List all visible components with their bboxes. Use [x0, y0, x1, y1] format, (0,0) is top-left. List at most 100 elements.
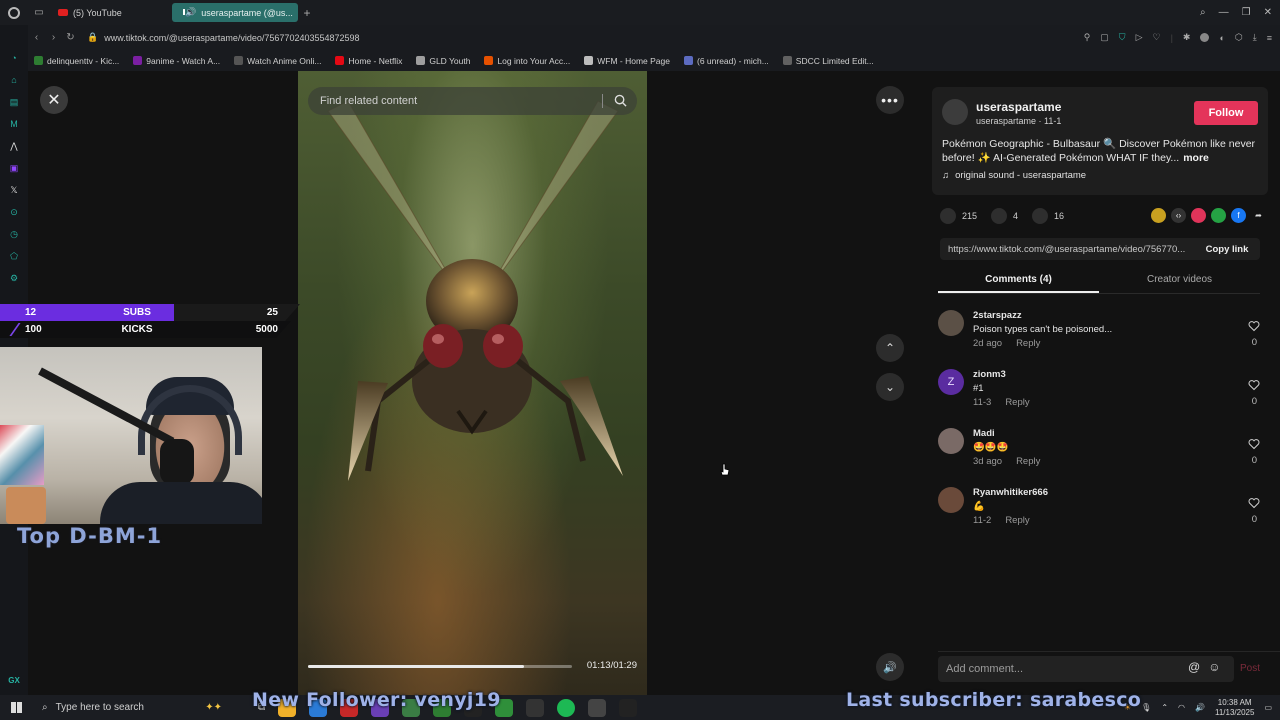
volume-button[interactable]: 🔊: [876, 653, 904, 681]
clock[interactable]: 10:38 AM 11/13/2025: [1215, 698, 1254, 718]
video-progress-bar[interactable]: [308, 665, 572, 668]
embed-icon[interactable]: ‹›: [1171, 208, 1186, 223]
puzzle-icon[interactable]: ⬡: [1235, 32, 1243, 43]
epic-games-icon[interactable]: [619, 698, 638, 717]
commenter-avatar[interactable]: [938, 428, 964, 454]
tray-chevron-icon[interactable]: ⌃: [1161, 703, 1168, 712]
close-video-button[interactable]: ✕: [40, 86, 68, 114]
wifi-icon[interactable]: ◠: [1178, 703, 1185, 712]
more-link[interactable]: more: [1183, 152, 1209, 164]
comment-like-icon[interactable]: [1248, 438, 1260, 450]
gx-control-icon[interactable]: ◔: [7, 51, 21, 65]
search-icon[interactable]: [614, 94, 627, 107]
follow-button[interactable]: Follow: [1194, 101, 1258, 125]
back-button[interactable]: ‹: [28, 32, 45, 43]
comment-like-icon[interactable]: [1248, 379, 1260, 391]
player-icon[interactable]: ⊙: [7, 205, 21, 219]
bookmark-item[interactable]: Log into Your Acc...: [484, 56, 570, 66]
menu-icon[interactable]: ≡: [1267, 33, 1272, 43]
comment-button[interactable]: 4: [991, 208, 1018, 224]
extensions-sidebar-icon[interactable]: ⬠: [7, 249, 21, 263]
extension-icon[interactable]: ✱: [1183, 32, 1191, 43]
video-player[interactable]: Find related content 01:13/01:29: [298, 71, 647, 695]
notification-icon[interactable]: ▭: [1264, 703, 1272, 712]
x-icon[interactable]: 𝕏: [7, 183, 21, 197]
reply-button[interactable]: Reply: [1016, 456, 1040, 467]
vpn-icon[interactable]: ◐: [1219, 33, 1224, 43]
taskbar-search[interactable]: ⌕ Type here to search ✦✦: [32, 695, 228, 720]
copy-link-button[interactable]: Copy link: [1194, 238, 1260, 260]
whatsapp-icon[interactable]: [1211, 208, 1226, 223]
shield-icon[interactable]: ⛉: [1119, 32, 1126, 43]
pin-icon[interactable]: ⚲: [1084, 32, 1091, 43]
bookmark-item[interactable]: delinquenttv - Kic...: [34, 56, 119, 66]
bookmark-item[interactable]: SDCC Limited Edit...: [782, 56, 874, 66]
next-video-button[interactable]: ⌄: [876, 373, 904, 401]
close-window-icon[interactable]: ✕: [1264, 7, 1272, 18]
tab-menu-icon[interactable]: ▭: [28, 7, 50, 18]
spotify-icon[interactable]: [557, 698, 576, 717]
commenter-avatar[interactable]: [938, 487, 964, 513]
post-comment-button[interactable]: Post: [1240, 663, 1260, 674]
commenter-name[interactable]: zionm3: [973, 369, 1006, 380]
profile-icon[interactable]: [1200, 33, 1210, 42]
reply-button[interactable]: Reply: [1016, 338, 1040, 349]
new-tab-button[interactable]: +: [298, 6, 316, 20]
commenter-avatar[interactable]: Z: [938, 369, 964, 395]
gx-corner-icon[interactable]: ⌂: [7, 73, 21, 87]
volume-tray-icon[interactable]: 🔊: [1195, 703, 1205, 712]
reply-button[interactable]: Reply: [1005, 515, 1029, 526]
bookmark-item[interactable]: Watch Anime Onli...: [234, 56, 321, 66]
forward-button[interactable]: ›: [45, 32, 62, 43]
maximize-icon[interactable]: ❐: [1242, 7, 1251, 18]
comment-like-icon[interactable]: [1248, 320, 1260, 332]
bookmark-item[interactable]: 9anime - Watch A...: [133, 56, 220, 66]
save-button[interactable]: 16: [1032, 208, 1064, 224]
commenter-name[interactable]: 2starspazz: [973, 310, 1022, 321]
history-icon[interactable]: ◷: [7, 227, 21, 241]
tab-comments[interactable]: Comments (4): [938, 269, 1099, 293]
creator-username[interactable]: useraspartame: [976, 100, 1061, 114]
comment-like-icon[interactable]: [1248, 497, 1260, 509]
tab-creator-videos[interactable]: Creator videos: [1099, 269, 1260, 293]
sound-link[interactable]: ♫ original sound - useraspartame: [942, 170, 1086, 181]
start-button[interactable]: [0, 695, 32, 720]
previous-video-button[interactable]: ⌃: [876, 334, 904, 362]
app-icon[interactable]: [588, 698, 607, 717]
bookmark-item[interactable]: Home - Netflix: [335, 56, 402, 66]
bookmark-item[interactable]: GLD Youth: [416, 56, 470, 66]
emoji-icon[interactable]: ☺: [1208, 660, 1220, 674]
settings-icon[interactable]: ⚙: [7, 271, 21, 285]
commenter-name[interactable]: Ryanwhitiker666: [973, 487, 1048, 498]
twitch-icon[interactable]: ▣: [7, 161, 21, 175]
more-options-button[interactable]: •••: [876, 86, 904, 114]
snapshot-icon[interactable]: ▢: [1100, 32, 1109, 43]
repost-icon[interactable]: [1151, 208, 1166, 223]
bookmark-item[interactable]: (6 unread) - mich...: [683, 56, 769, 66]
play-icon[interactable]: ▷: [1136, 32, 1143, 43]
gx-news-icon[interactable]: ▤: [7, 95, 21, 109]
facebook-icon[interactable]: f: [1231, 208, 1246, 223]
minimize-icon[interactable]: —: [1219, 7, 1229, 18]
obs-icon[interactable]: [526, 698, 545, 717]
reload-button[interactable]: ↻: [62, 32, 79, 43]
mention-icon[interactable]: @: [1188, 660, 1200, 674]
gx-messenger-icon[interactable]: M: [7, 117, 21, 131]
reply-button[interactable]: Reply: [1005, 397, 1029, 408]
tab-youtube[interactable]: (5) YouTube: [50, 3, 172, 22]
share-link-text[interactable]: https://www.tiktok.com/@useraspartame/vi…: [948, 244, 1185, 255]
share-arrow-icon[interactable]: ➦: [1251, 208, 1266, 223]
commenter-avatar[interactable]: [938, 310, 964, 336]
like-button[interactable]: 215: [940, 208, 977, 224]
url-field[interactable]: 🔒 www.tiktok.com/@useraspartame/video/75…: [87, 32, 360, 43]
bookmark-item[interactable]: WFM - Home Page: [584, 56, 670, 66]
creator-avatar[interactable]: [942, 99, 968, 125]
tab-tiktok[interactable]: 🔊 useraspartame (@us...: [172, 3, 298, 22]
commenter-name[interactable]: Madi: [973, 428, 995, 439]
download-icon[interactable]: ⤓: [1253, 32, 1257, 43]
opera-gx-logo[interactable]: [0, 0, 28, 25]
related-search-input[interactable]: Find related content: [308, 87, 637, 115]
mic-tray-icon[interactable]: 🎙: [1141, 703, 1151, 712]
search-tabs-icon[interactable]: ⌕: [1200, 7, 1206, 18]
gx-ai-icon[interactable]: ⋀: [7, 139, 21, 153]
